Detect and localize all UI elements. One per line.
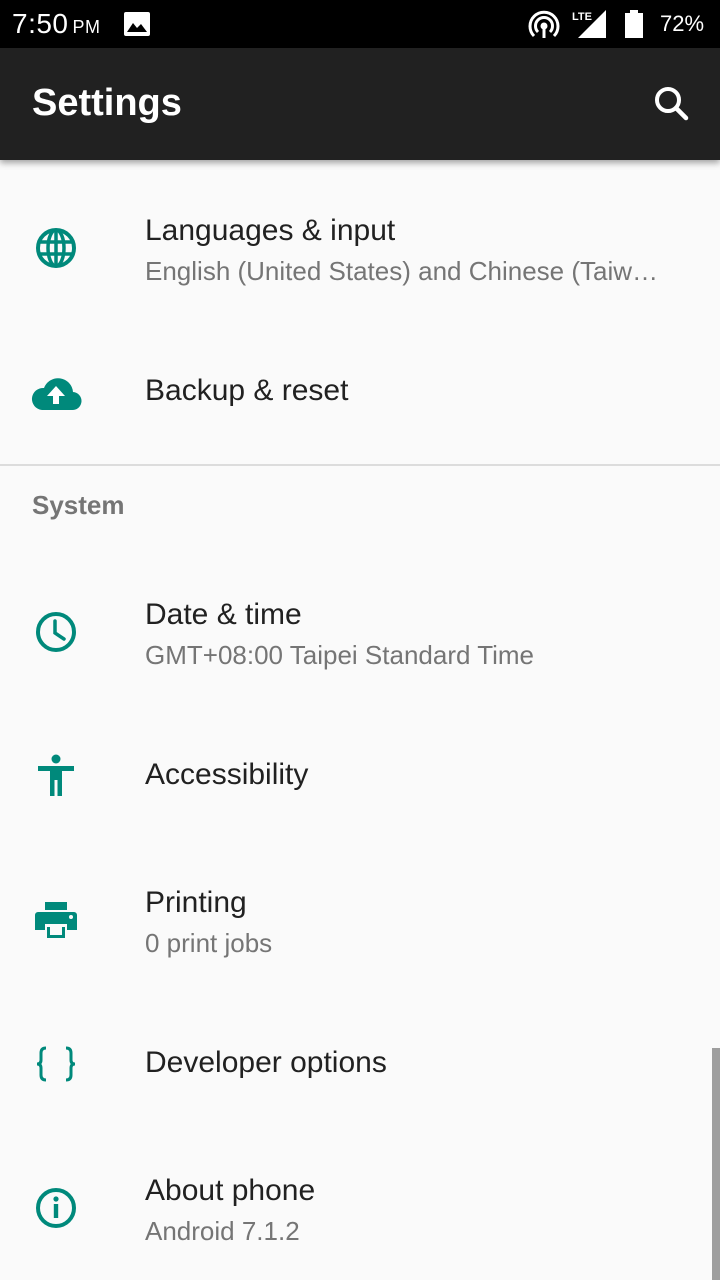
hotspot-icon <box>528 10 560 40</box>
item-title: Languages & input <box>145 214 396 247</box>
item-title: Backup & reset <box>145 374 349 407</box>
page-title: Settings <box>32 82 182 124</box>
item-subtitle: English (United States) and Chinese (Tai… <box>145 256 659 286</box>
item-title: Accessibility <box>145 758 309 791</box>
battery-icon <box>624 10 644 38</box>
scrollbar[interactable] <box>712 1048 720 1280</box>
list-item-developer-options[interactable]: Developer options <box>0 1008 720 1128</box>
item-title: About phone <box>145 1174 316 1207</box>
item-title: Printing <box>145 886 247 919</box>
section-divider <box>0 464 720 466</box>
battery-percent: 72% <box>660 11 705 36</box>
image-icon <box>124 12 150 36</box>
accessibility-icon <box>30 750 82 802</box>
item-subtitle: 0 print jobs <box>145 928 273 958</box>
network-label: LTE <box>572 11 592 23</box>
list-item-backup[interactable]: Backup & reset <box>0 320 720 460</box>
search-icon <box>655 87 689 121</box>
status-bar: 7:50 PM LTE 72% <box>0 0 720 48</box>
list-item-date-time[interactable]: Date & time GMT+08:00 Taipei Standard Ti… <box>0 560 720 710</box>
item-title: Date & time <box>145 598 302 631</box>
printer-icon <box>30 894 82 946</box>
globe-icon <box>30 222 82 274</box>
item-subtitle: GMT+08:00 Taipei Standard Time <box>145 640 535 670</box>
item-title: Developer options <box>145 1046 387 1079</box>
list-item-printing[interactable]: Printing 0 print jobs <box>0 848 720 998</box>
app-bar: Settings <box>0 48 720 160</box>
search-button[interactable] <box>648 80 696 128</box>
status-time-value: 7:50 <box>12 8 69 39</box>
braces-icon <box>30 1038 82 1090</box>
lte-signal-icon: LTE <box>572 8 608 40</box>
info-icon <box>30 1182 82 1234</box>
clock-icon <box>30 606 82 658</box>
cloud-upload-icon <box>30 368 82 420</box>
section-header-system: System <box>32 490 125 520</box>
list-item-about-phone[interactable]: About phone Android 7.1.2 <box>0 1136 720 1280</box>
item-subtitle: Android 7.1.2 <box>145 1216 300 1246</box>
list-item-accessibility[interactable]: Accessibility <box>0 720 720 840</box>
status-time: 7:50 PM <box>12 8 101 40</box>
status-ampm: PM <box>72 17 101 37</box>
list-item-languages[interactable]: Languages & input English (United States… <box>0 160 720 310</box>
